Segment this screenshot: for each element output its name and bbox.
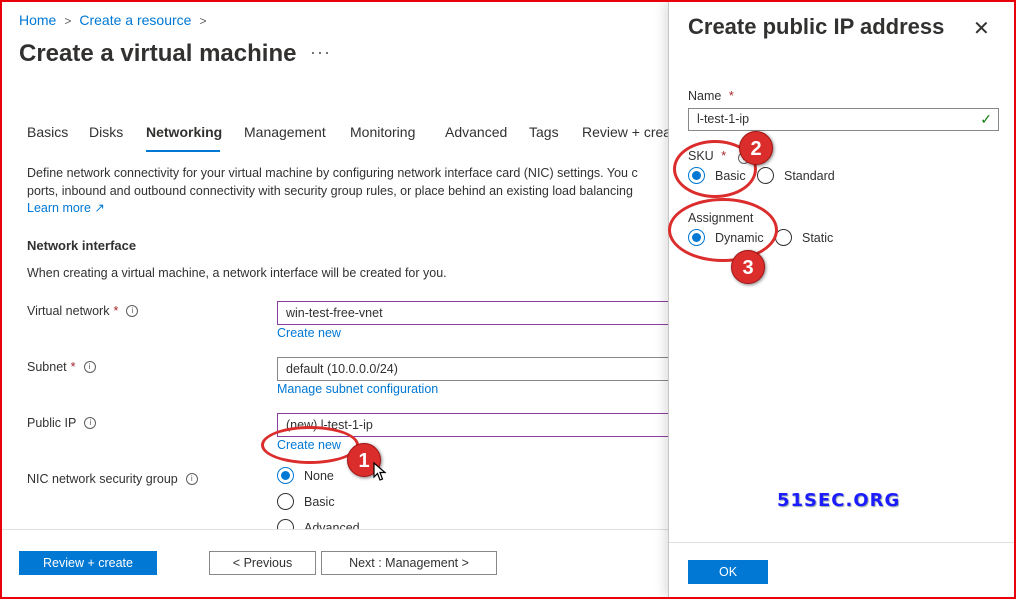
external-link-icon: ↗ bbox=[94, 201, 105, 215]
subnet-label: Subnet * i bbox=[27, 360, 96, 374]
nsg-option-none[interactable]: None bbox=[277, 467, 334, 484]
vnet-select[interactable]: win-test-free-vnet bbox=[277, 301, 668, 325]
checkmark-icon: ✓ bbox=[980, 111, 992, 127]
breadcrumb: Home > Create a resource > bbox=[19, 12, 214, 28]
radio-icon[interactable] bbox=[277, 493, 294, 510]
tab-monitoring[interactable]: Monitoring bbox=[350, 124, 415, 140]
active-tab-indicator bbox=[146, 150, 220, 152]
tab-advanced[interactable]: Advanced bbox=[445, 124, 507, 140]
breadcrumb-create-resource[interactable]: Create a resource bbox=[79, 12, 191, 28]
panel-footer: OK bbox=[669, 542, 1015, 597]
main-blade: Home > Create a resource > Create a virtual… bbox=[2, 2, 668, 597]
annotation-ellipse-1 bbox=[261, 426, 359, 464]
tab-bar: Basics Disks Networking Management Monit… bbox=[2, 124, 668, 152]
page-title: Create a virtual machine bbox=[19, 40, 297, 67]
info-icon[interactable]: i bbox=[185, 473, 198, 485]
tab-networking[interactable]: Networking bbox=[146, 124, 222, 140]
nsg-label: NIC network security group i bbox=[27, 472, 198, 486]
manage-subnet-link[interactable]: Manage subnet configuration bbox=[277, 382, 438, 396]
previous-button[interactable]: < Previous bbox=[209, 551, 316, 575]
close-icon[interactable]: ✕ bbox=[973, 16, 990, 41]
subnet-select[interactable]: default (10.0.0.0/24) bbox=[277, 357, 668, 381]
annotation-badge-2: 2 bbox=[739, 131, 773, 165]
panel-title: Create public IP address bbox=[688, 14, 945, 39]
name-input[interactable]: l-test-1-ip ✓ bbox=[688, 108, 999, 131]
tab-management[interactable]: Management bbox=[244, 124, 326, 140]
review-create-button[interactable]: Review + create bbox=[19, 551, 157, 575]
section-heading: Network interface bbox=[27, 238, 137, 253]
public-ip-label: Public IP i bbox=[27, 416, 97, 430]
ok-button[interactable]: OK bbox=[688, 560, 768, 584]
info-icon[interactable]: i bbox=[84, 417, 97, 429]
radio-icon[interactable] bbox=[757, 167, 774, 184]
tab-basics[interactable]: Basics bbox=[27, 124, 68, 140]
info-icon[interactable]: i bbox=[126, 305, 139, 317]
tab-review-create[interactable]: Review + crea bbox=[582, 124, 668, 140]
breadcrumb-home[interactable]: Home bbox=[19, 12, 56, 28]
next-button[interactable]: Next : Management > bbox=[321, 551, 497, 575]
footer-bar: Review + create < Previous Next : Manage… bbox=[2, 529, 668, 597]
more-options-icon[interactable]: ··· bbox=[310, 42, 331, 63]
nsg-option-basic[interactable]: Basic bbox=[277, 493, 335, 510]
learn-more-link[interactable]: Learn more bbox=[27, 201, 91, 215]
tab-disks[interactable]: Disks bbox=[89, 124, 123, 140]
sku-option-standard[interactable]: Standard bbox=[757, 167, 835, 184]
section-description: When creating a virtual machine, a netwo… bbox=[27, 266, 447, 280]
mouse-cursor-icon bbox=[373, 462, 387, 481]
radio-selected-icon[interactable] bbox=[277, 467, 294, 484]
annotation-ellipse-3 bbox=[668, 198, 778, 262]
tab-tags[interactable]: Tags bbox=[529, 124, 559, 140]
vnet-label: Virtual network * i bbox=[27, 304, 139, 318]
vnet-create-new-link[interactable]: Create new bbox=[277, 326, 341, 340]
name-label: Name * bbox=[688, 89, 734, 103]
info-icon[interactable]: i bbox=[83, 361, 96, 373]
networking-description: Define network connectivity for your vir… bbox=[27, 166, 638, 215]
create-public-ip-panel: Create public IP address ✕ Name * l-test… bbox=[668, 2, 1015, 597]
chevron-right-icon: > bbox=[199, 14, 207, 28]
annotation-badge-3: 3 bbox=[731, 250, 765, 284]
assignment-option-static[interactable]: Static bbox=[775, 229, 833, 246]
watermark: 51SEC.ORG bbox=[777, 490, 901, 511]
chevron-right-icon: > bbox=[64, 14, 72, 28]
